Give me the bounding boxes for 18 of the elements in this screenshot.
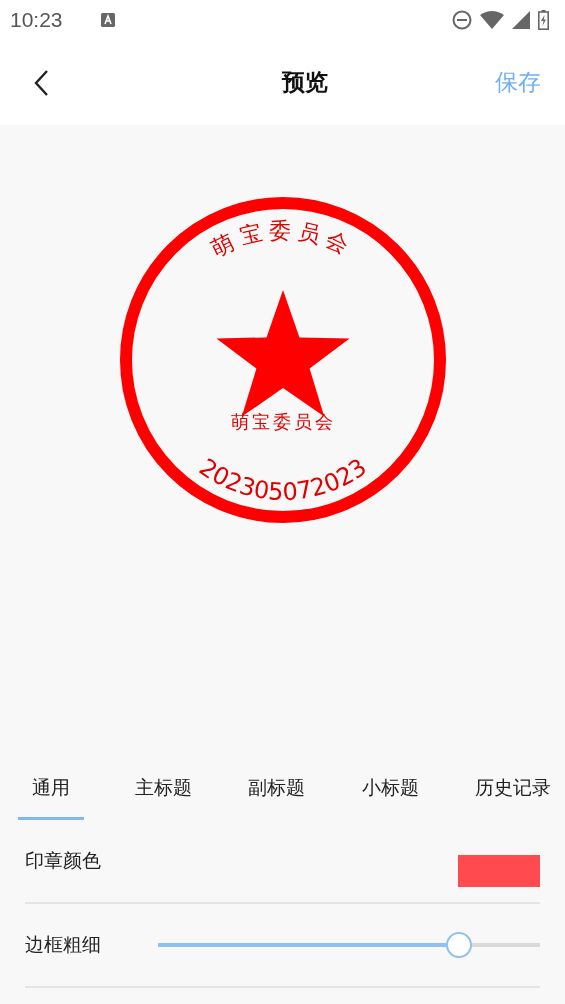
do-not-disturb-icon: [452, 10, 472, 30]
seal-center-text: 萌宝委员会: [230, 411, 335, 432]
signal-icon: [512, 11, 530, 29]
color-swatch[interactable]: [458, 855, 540, 887]
battery-icon: [538, 10, 549, 30]
tab[interactable]: 主标题: [128, 760, 198, 820]
tab[interactable]: 小标题: [355, 760, 425, 820]
slider-thumb[interactable]: [446, 932, 473, 958]
notification-icon: [100, 13, 115, 27]
tab[interactable]: 副标题: [242, 760, 311, 820]
wifi-icon: [480, 11, 504, 29]
status-time: 10:23: [10, 8, 63, 32]
tab[interactable]: 历史记录: [469, 760, 557, 820]
page-title: 预览: [281, 68, 328, 97]
tab[interactable]: 通用: [18, 760, 84, 820]
setting-label: 印章颜色: [25, 848, 101, 873]
seal-top-text: 萌宝委员会: [207, 218, 358, 262]
setting-label: 边框粗细: [25, 932, 101, 957]
